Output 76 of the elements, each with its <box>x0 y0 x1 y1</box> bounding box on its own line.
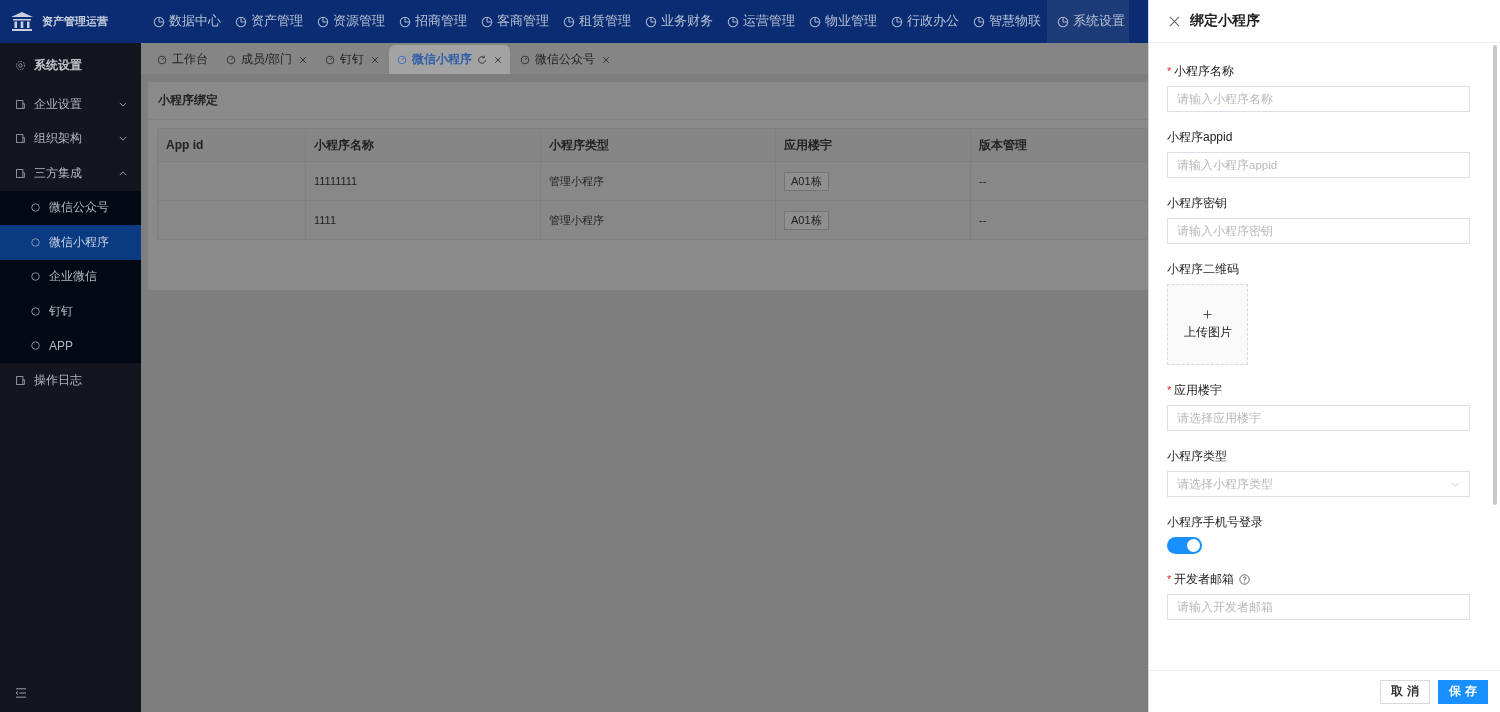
tab[interactable]: 成员/部门 <box>218 45 316 74</box>
nav-item[interactable]: 资源管理 <box>309 0 391 43</box>
toggle-switch[interactable] <box>1167 537 1202 554</box>
chevron-up-icon <box>119 170 127 176</box>
table-cell: -- <box>979 175 987 187</box>
bank-icon <box>10 10 34 33</box>
required-asterisk: * <box>1167 573 1172 585</box>
field-label: 应用楼宇 <box>1174 381 1223 399</box>
input-field[interactable]: 请输入小程序密钥 <box>1167 218 1470 244</box>
nav-item[interactable]: 行政办公 <box>883 0 965 43</box>
field-label: 小程序名称 <box>1174 62 1235 80</box>
input-field[interactable]: 请输入开发者邮箱 <box>1167 594 1470 620</box>
tab[interactable]: 钉钉 <box>317 45 388 74</box>
column-header: App id <box>158 129 306 161</box>
menu-collapse-icon[interactable] <box>15 688 27 698</box>
field-label: 小程序密钥 <box>1167 194 1227 212</box>
field-label: 开发者邮箱 <box>1174 570 1235 588</box>
plus-icon <box>1203 309 1212 319</box>
building-tag: A01栋 <box>784 210 829 230</box>
cancel-button[interactable]: 取 消 <box>1380 679 1430 704</box>
scrollbar-thumb[interactable] <box>1493 45 1497 505</box>
nav-item[interactable]: 物业管理 <box>801 0 883 43</box>
close-icon[interactable] <box>494 55 503 64</box>
sidebar-item[interactable]: 操作日志 <box>0 363 141 398</box>
chevron-down-icon <box>119 101 127 107</box>
pie-chart-icon <box>153 15 165 28</box>
sidebar-subitem[interactable]: 钉钉 <box>0 294 141 329</box>
sidebar-subitem[interactable]: APP <box>0 328 141 363</box>
nav-item[interactable]: 资产管理 <box>227 0 309 43</box>
nav-item[interactable]: 数据中心 <box>145 0 227 43</box>
sidebar-item[interactable]: 企业设置 <box>0 87 141 122</box>
required-asterisk: * <box>1167 65 1172 77</box>
table-cell: -- <box>979 214 987 226</box>
table-cell: 管理小程序 <box>549 173 604 189</box>
upload-button[interactable]: 上传图片 <box>1167 284 1248 365</box>
nav-item[interactable]: 系统设置 <box>1047 0 1129 43</box>
table-cell: 11111111 <box>314 175 358 187</box>
nav-item[interactable]: 客商管理 <box>473 0 555 43</box>
close-icon[interactable] <box>371 55 380 64</box>
nav-item[interactable]: 租赁管理 <box>555 0 637 43</box>
app-title: 资产管理运营 <box>42 14 108 29</box>
field-label: 小程序手机号登录 <box>1167 513 1263 531</box>
sidebar-item[interactable]: 三方集成 <box>0 156 141 191</box>
field-label: 小程序二维码 <box>1167 260 1239 278</box>
input-field[interactable]: 请输入小程序appid <box>1167 152 1470 178</box>
close-icon[interactable] <box>602 55 611 64</box>
input-field[interactable]: 请选择应用楼宇 <box>1167 405 1470 431</box>
tab[interactable]: 工作台 <box>149 45 216 74</box>
sidebar-item[interactable]: 组织架构 <box>0 121 141 156</box>
drawer-title: 绑定小程序 <box>1190 12 1260 30</box>
close-icon[interactable] <box>299 55 308 64</box>
field-label: 小程序类型 <box>1167 447 1227 465</box>
chevron-down-icon <box>1451 481 1460 487</box>
column-header: 应用楼宇 <box>776 129 971 161</box>
sidebar-title: 系统设置 <box>34 56 82 74</box>
nav-item[interactable]: 业务财务 <box>637 0 719 43</box>
table-cell: 管理小程序 <box>549 212 604 228</box>
column-header: 小程序类型 <box>541 129 776 161</box>
sidebar-subitem[interactable]: 微信小程序 <box>0 225 141 260</box>
input-field[interactable]: 请输入小程序名称 <box>1167 86 1470 112</box>
help-icon[interactable] <box>1239 573 1251 585</box>
nav-item[interactable]: 智慧物联 <box>965 0 1047 43</box>
sidebar-subitem[interactable]: 微信公众号 <box>0 190 141 225</box>
field-label: 小程序appid <box>1167 128 1233 146</box>
nav-item[interactable]: 招商管理 <box>391 0 473 43</box>
close-icon[interactable] <box>1169 15 1180 27</box>
panel-title: 小程序绑定 <box>148 82 1148 120</box>
sidebar-subitem[interactable]: 企业微信 <box>0 259 141 294</box>
tab[interactable]: 微信公众号 <box>512 45 619 74</box>
required-asterisk: * <box>1167 384 1172 396</box>
chevron-down-icon <box>119 136 127 142</box>
table-cell: 1111 <box>314 214 337 226</box>
nav-item[interactable]: 运营管理 <box>719 0 801 43</box>
building-tag: A01栋 <box>784 171 829 191</box>
refresh-icon[interactable] <box>477 54 488 65</box>
column-header: 小程序名称 <box>306 129 541 161</box>
